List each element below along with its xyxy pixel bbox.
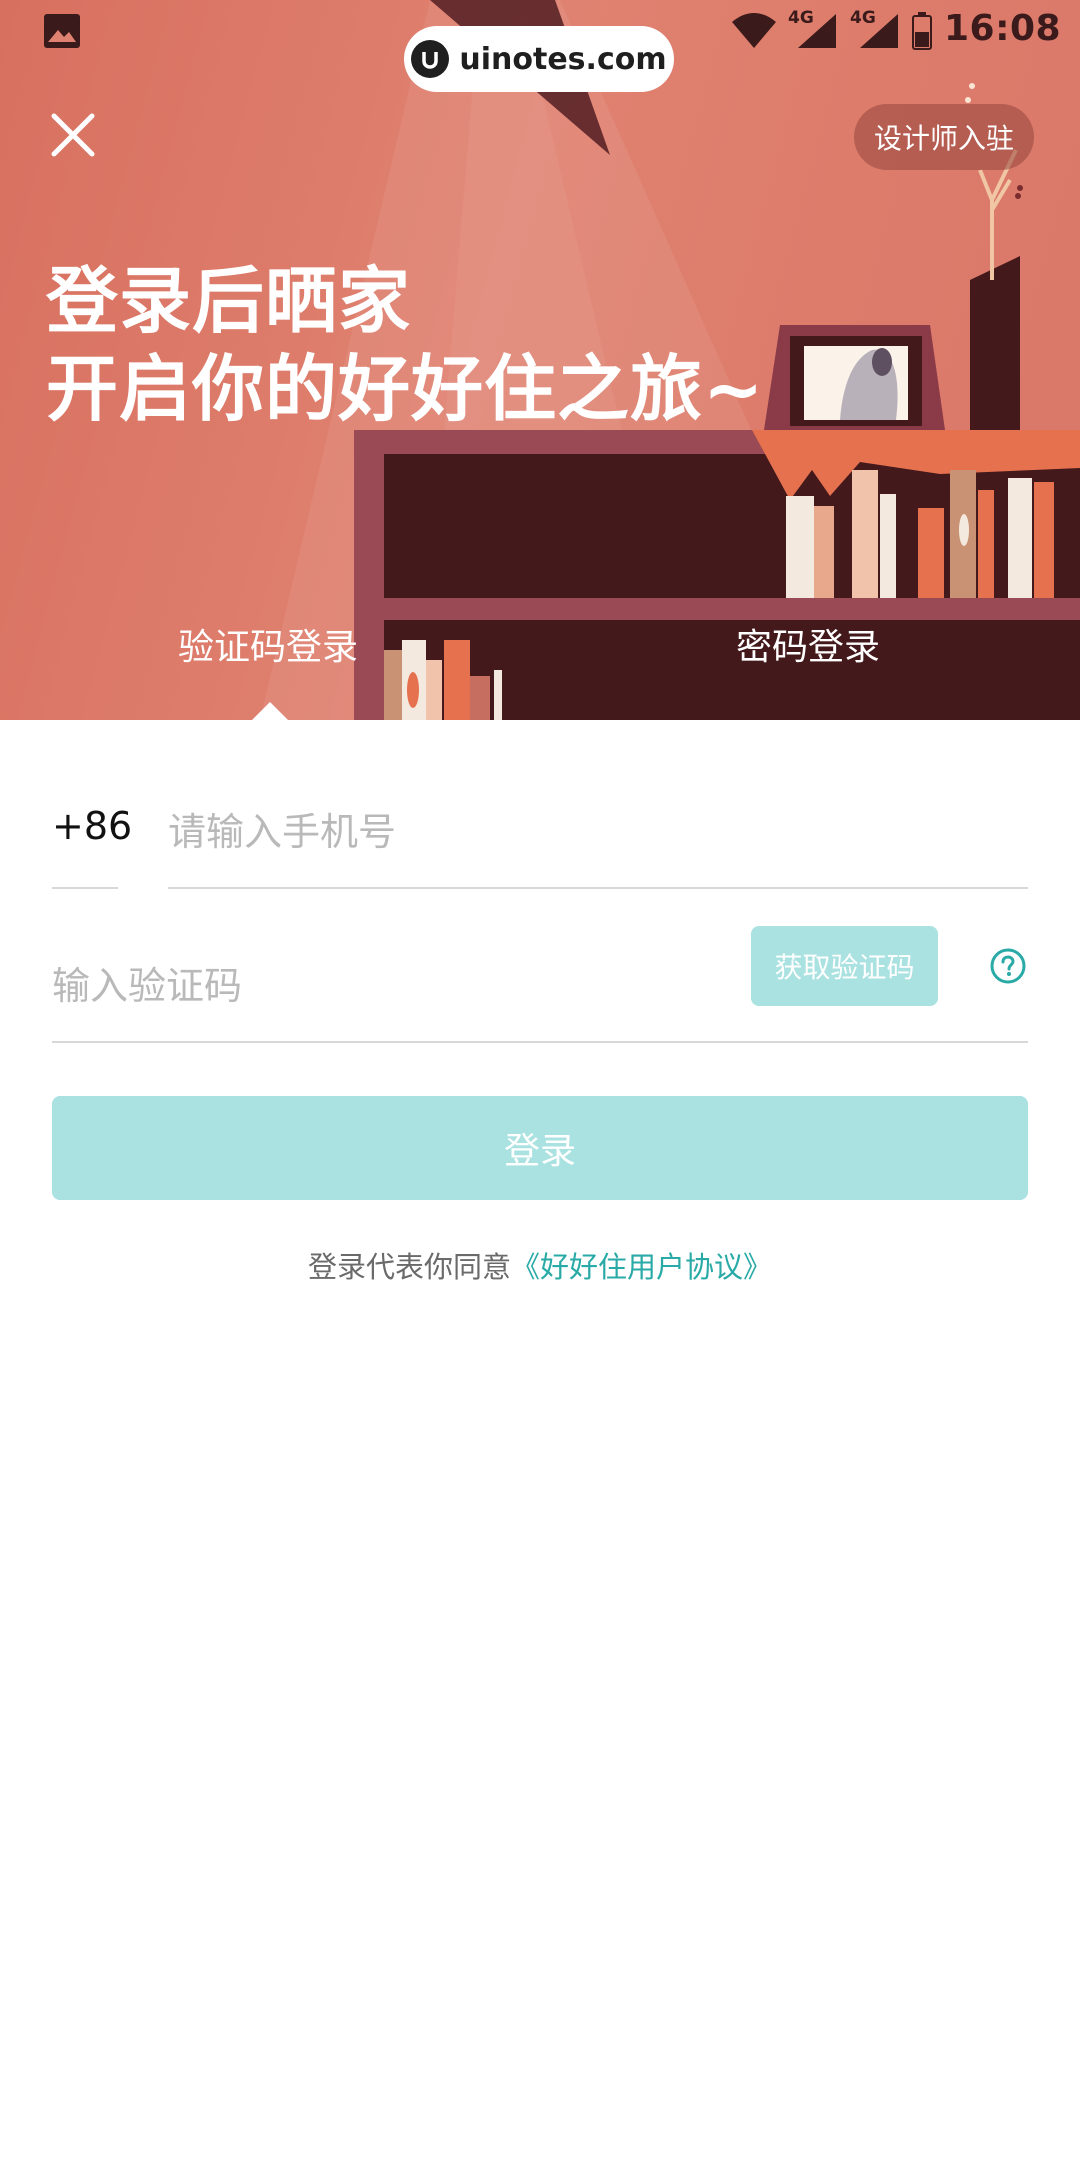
signal-icon	[860, 14, 898, 48]
close-icon[interactable]	[46, 108, 100, 162]
user-agreement-link[interactable]: 《好好住用户协议》	[511, 1250, 772, 1284]
image-notification-icon	[44, 14, 80, 48]
battery-icon	[912, 12, 932, 50]
help-icon[interactable]	[990, 948, 1026, 984]
divider	[168, 887, 1028, 889]
watermark-text: uinotes.com	[459, 41, 667, 77]
login-screen: 4G 4G 16:08 uinotes.com 设计师入驻 登录后晒家 开启你的…	[0, 0, 1080, 2160]
page-title-line2: 开启你的好好住之旅~	[46, 347, 765, 431]
country-code-selector[interactable]: +86	[52, 804, 132, 848]
watermark-badge: uinotes.com	[404, 26, 674, 92]
agreement-text: 登录代表你同意《好好住用户协议》	[0, 1244, 1080, 1286]
verification-code-input[interactable]	[52, 946, 732, 1026]
clock: 16:08	[944, 8, 1062, 49]
divider	[52, 887, 118, 889]
get-code-button[interactable]: 获取验证码	[751, 926, 938, 1006]
active-tab-indicator	[252, 702, 288, 720]
watermark-logo-icon	[411, 40, 450, 78]
agreement-prefix: 登录代表你同意	[307, 1250, 511, 1284]
phone-input[interactable]	[168, 792, 1028, 872]
signal-icon	[798, 14, 836, 48]
divider	[52, 1041, 1028, 1043]
login-button[interactable]: 登录	[52, 1096, 1028, 1200]
tab-password-login[interactable]: 密码登录	[736, 618, 880, 670]
hero-banner: 4G 4G 16:08 uinotes.com 设计师入驻 登录后晒家 开启你的…	[0, 0, 1080, 720]
wifi-icon	[732, 13, 776, 48]
tab-sms-login[interactable]: 验证码登录	[178, 618, 358, 670]
designer-entry-button[interactable]: 设计师入驻	[854, 104, 1034, 170]
